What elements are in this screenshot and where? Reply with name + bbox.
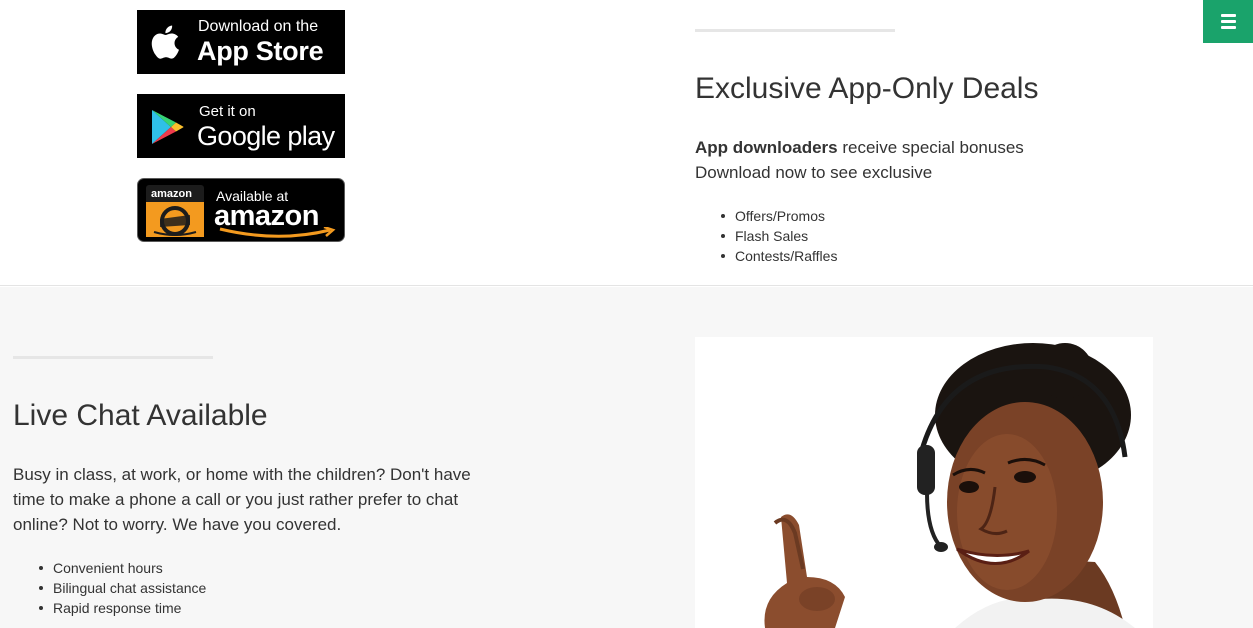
hamburger-menu-icon-line <box>1220 20 1236 23</box>
google-play-badge[interactable]: Get it on Google play <box>137 94 345 158</box>
list-item: Bilingual chat assistance <box>34 578 206 598</box>
deals-intro-bold: App downloaders <box>695 138 838 157</box>
chat-title: Live Chat Available <box>13 399 268 432</box>
list-item: Rapid response time <box>34 598 206 618</box>
google-play-small-text: Get it on <box>199 103 256 120</box>
app-store-big-text: App Store <box>197 36 324 66</box>
list-item: Contests/Raffles <box>716 246 837 266</box>
support-agent-photo <box>695 337 1153 628</box>
chat-features-list: Convenient hours Bilingual chat assistan… <box>34 558 206 618</box>
section-divider <box>13 356 213 359</box>
section-divider <box>695 29 895 32</box>
deals-title: Exclusive App-Only Deals <box>695 72 1039 105</box>
hamburger-menu-icon-line <box>1220 26 1236 29</box>
apple-icon <box>151 25 179 59</box>
amazon-smile-icon <box>219 227 336 238</box>
hamburger-menu-icon <box>1220 14 1236 17</box>
deals-intro-rest: receive special bonuses <box>837 138 1024 157</box>
google-play-icon <box>152 110 184 144</box>
hamburger-menu-button[interactable] <box>1203 0 1253 43</box>
deals-line2: Download now to see exclusive <box>695 163 933 182</box>
support-agent-illustration <box>695 337 1153 628</box>
list-item: Flash Sales <box>716 226 837 246</box>
app-store-small-text: Download on the <box>198 18 319 35</box>
google-play-big-text: Google play <box>197 121 335 151</box>
amazon-logo-text: amazon <box>151 188 192 200</box>
chat-description: Busy in class, at work, or home with the… <box>13 465 471 534</box>
amazon-appstore-icon: amazon <box>146 185 204 237</box>
deals-list: Offers/Promos Flash Sales Contests/Raffl… <box>716 206 837 266</box>
list-item: Offers/Promos <box>716 206 837 226</box>
list-item: Convenient hours <box>34 558 206 578</box>
amazon-appstore-badge[interactable]: amazon Available at amazon <box>137 178 345 242</box>
deals-description: App downloaders receive special bonuses … <box>695 135 1115 185</box>
app-store-badge[interactable]: Download on the App Store <box>137 10 345 74</box>
